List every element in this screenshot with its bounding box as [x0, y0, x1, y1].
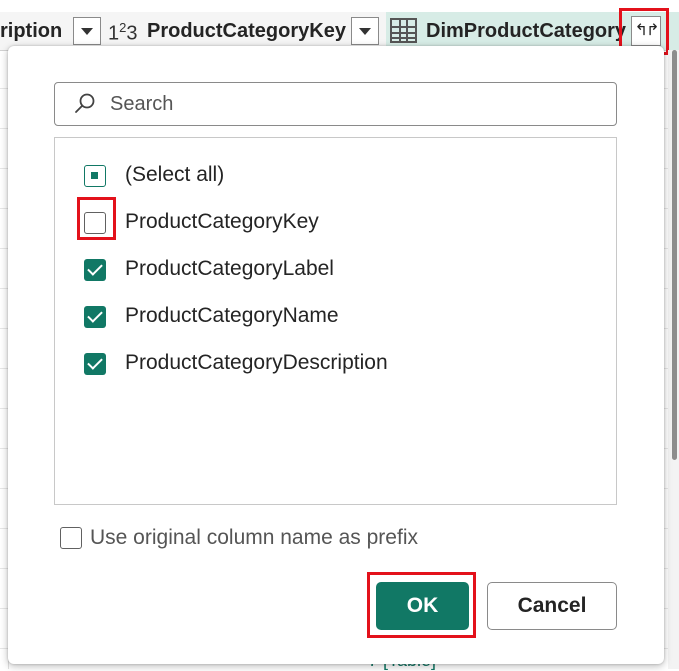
search-icon: [75, 93, 95, 113]
highlight-ok-button: [367, 572, 476, 638]
column-header-dimproductcategory[interactable]: DimProductCategory: [426, 20, 626, 43]
search-input[interactable]: Search: [54, 82, 617, 126]
column-list: (Select all) ProductCategoryKey ProductC…: [54, 137, 617, 505]
prefix-checkbox[interactable]: [60, 527, 82, 549]
highlight-productcategorykey-checkbox: [77, 197, 116, 240]
prefix-label: Use original column name as prefix: [90, 526, 418, 549]
item-label: ProductCategoryName: [125, 304, 339, 327]
item-label: (Select all): [125, 163, 225, 186]
checkbox-partial[interactable]: [84, 165, 106, 187]
checkbox-checked[interactable]: [84, 306, 106, 328]
item-label: ProductCategoryLabel: [125, 257, 334, 280]
column-header-productcategorykey[interactable]: ProductCategoryKey: [147, 20, 346, 43]
checkbox-checked[interactable]: [84, 353, 106, 375]
checkbox-checked[interactable]: [84, 259, 106, 281]
table-type-icon[interactable]: [390, 18, 417, 43]
column-filter-dropdown[interactable]: [73, 17, 101, 45]
scrollbar-thumb[interactable]: [672, 50, 677, 460]
whole-number-type-icon[interactable]: 123: [108, 20, 137, 46]
expand-columns-dialog: Search (Select all) ProductCategoryKey P…: [8, 46, 664, 664]
column-header-description[interactable]: ription: [0, 20, 62, 43]
item-label: ProductCategoryKey: [125, 210, 319, 233]
cancel-button[interactable]: Cancel: [487, 582, 617, 630]
item-label: ProductCategoryDescription: [125, 351, 388, 374]
column-filter-dropdown[interactable]: [351, 17, 379, 45]
search-placeholder: Search: [110, 93, 174, 115]
